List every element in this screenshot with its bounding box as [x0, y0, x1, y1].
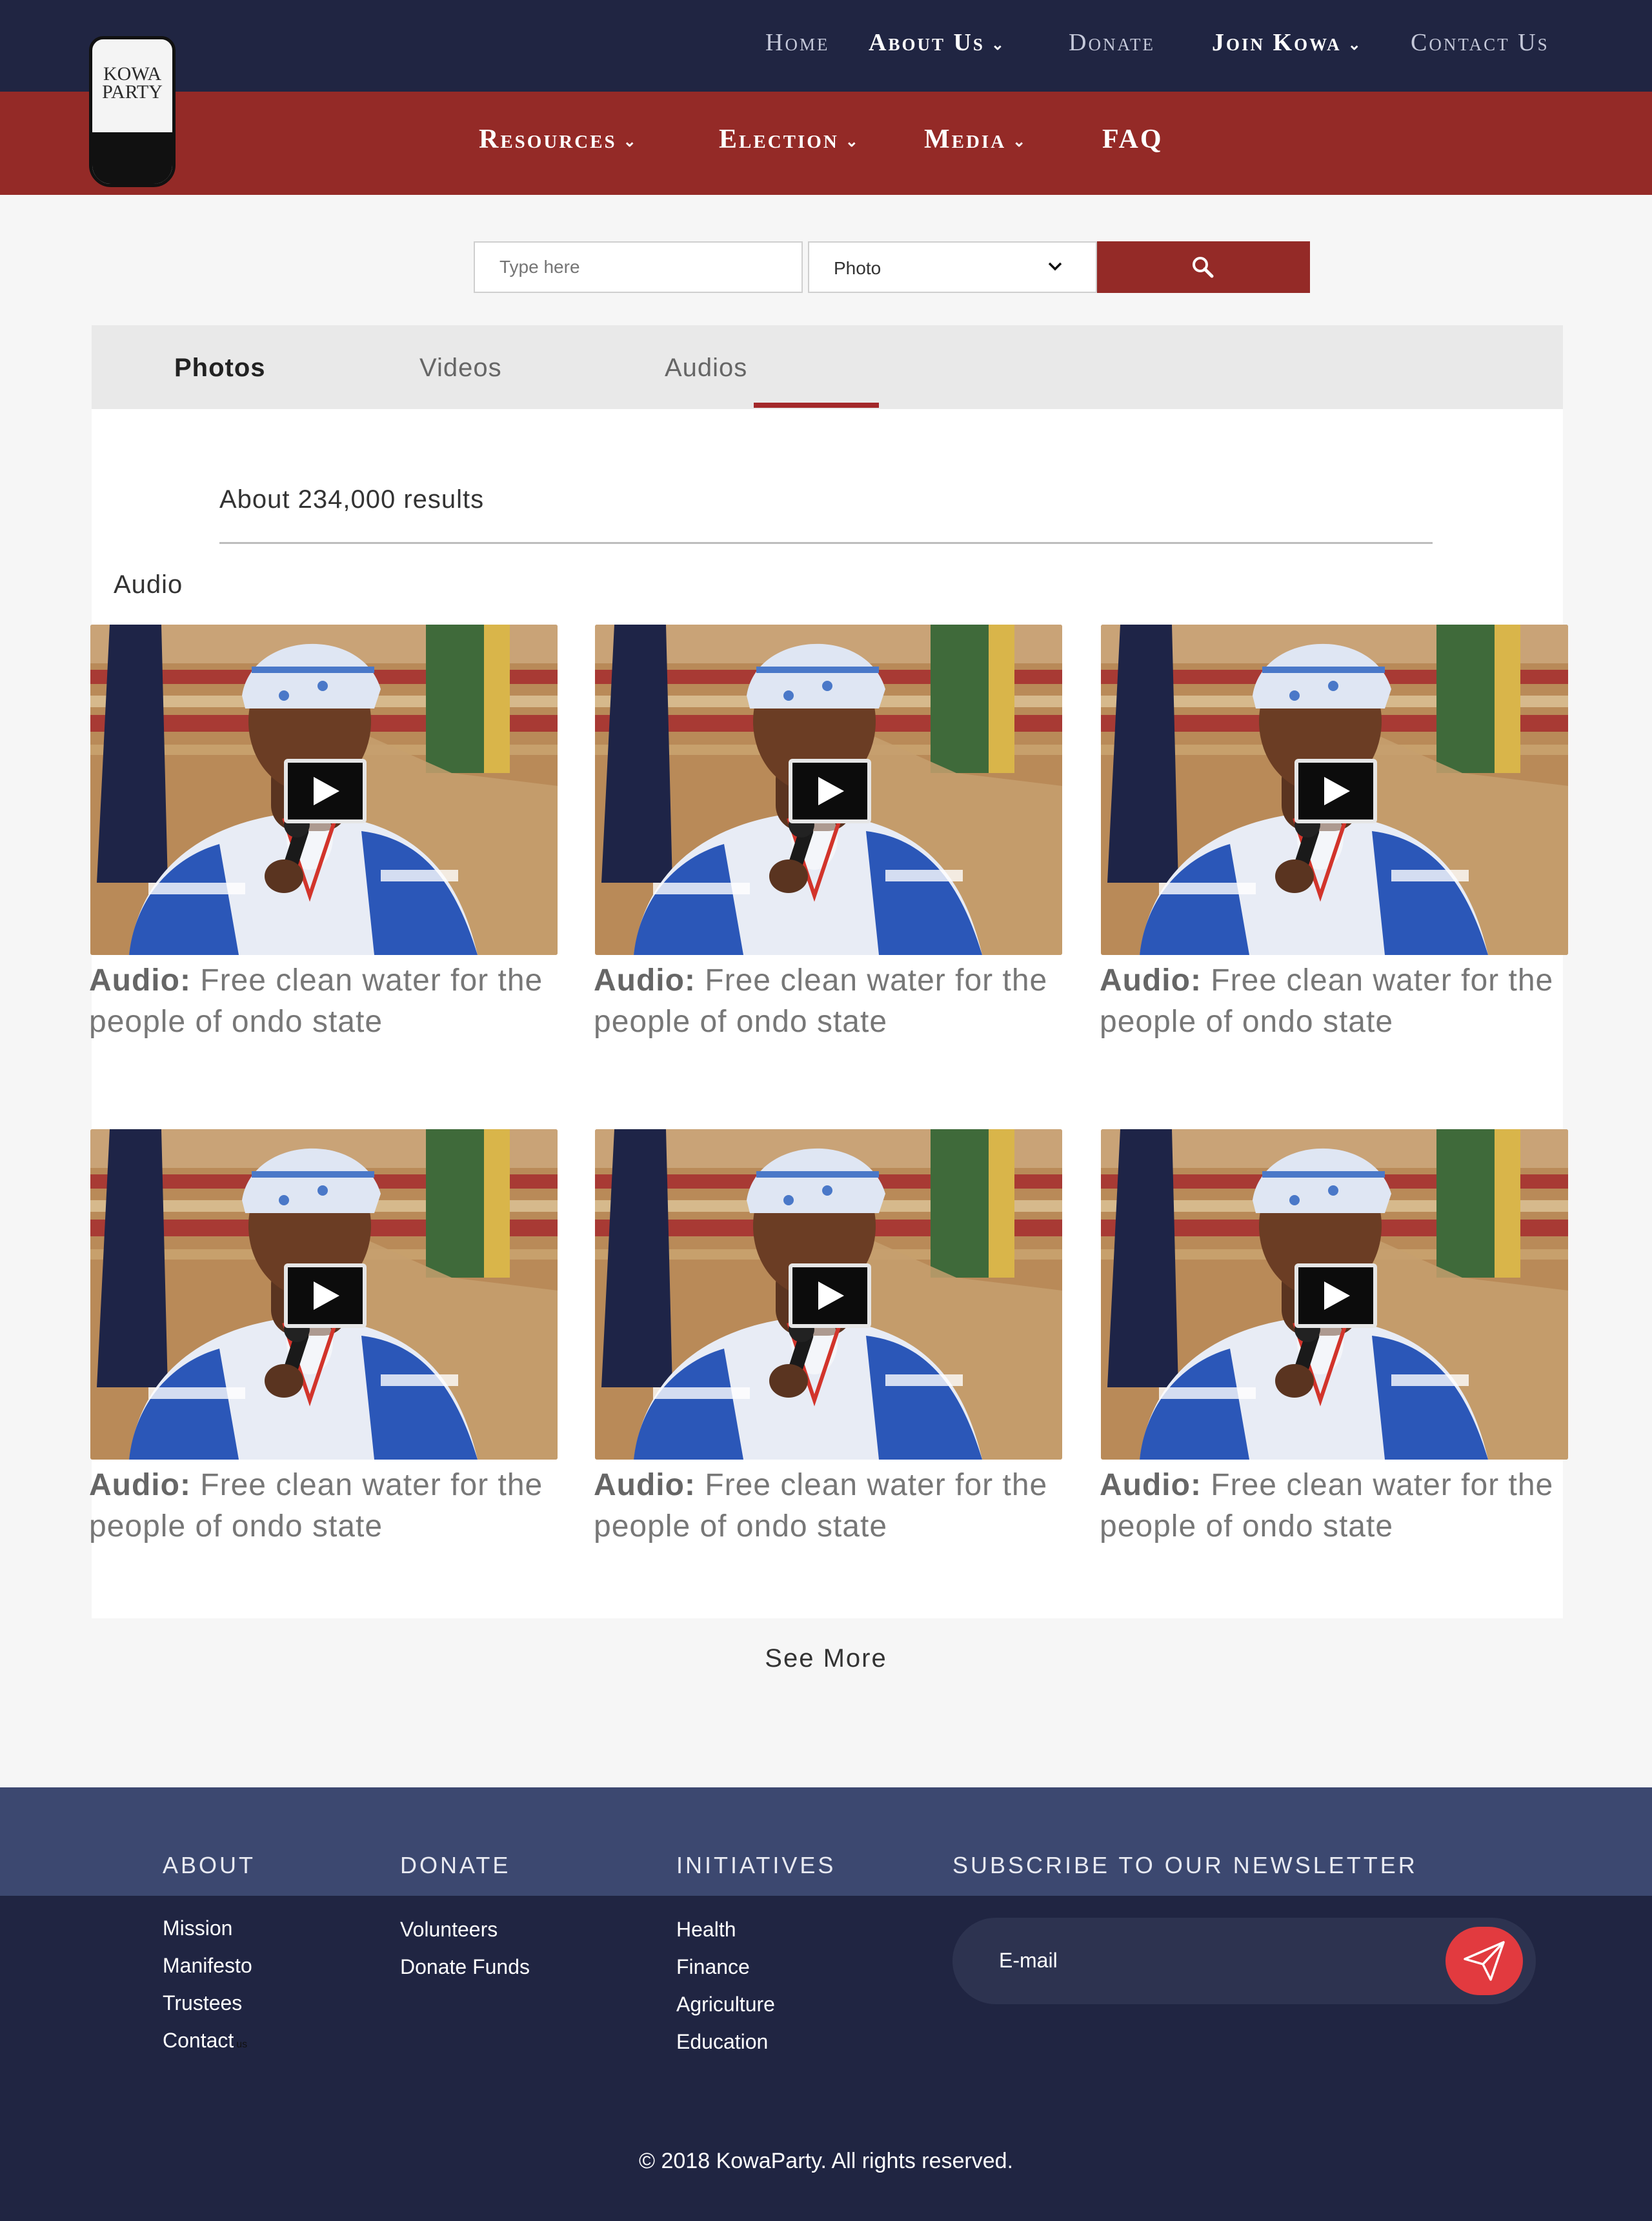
- nav-about-us-label: About Us: [869, 29, 985, 56]
- nav-about-us[interactable]: About Us ⌄: [869, 28, 1006, 57]
- nav-donate[interactable]: Donate: [1069, 28, 1155, 57]
- play-icon: [314, 777, 339, 805]
- nav-election[interactable]: Election ⌄: [719, 124, 860, 155]
- footer-link-contact-suffix: us: [236, 2039, 248, 2050]
- audio-thumbnail[interactable]: [1101, 625, 1568, 955]
- nav-media[interactable]: Media ⌄: [924, 124, 1027, 155]
- nav-resources-label: Resources: [479, 125, 617, 154]
- logo-base: [92, 132, 172, 184]
- audio-title-prefix: Audio:: [1100, 1468, 1202, 1502]
- audio-title[interactable]: Audio: Free clean water for the people o…: [594, 960, 1071, 1043]
- chevron-down-icon: ⌄: [845, 133, 860, 150]
- logo-text: KOWA PARTY: [92, 63, 172, 103]
- footer-link-volunteers[interactable]: Volunteers: [400, 1918, 498, 1942]
- results-count: About 234,000 results: [219, 485, 485, 514]
- chevron-down-icon: [1048, 262, 1062, 271]
- audio-title[interactable]: Audio: Free clean water for the people o…: [1100, 1465, 1577, 1547]
- divider: [219, 542, 1433, 544]
- audio-title-prefix: Audio:: [1100, 963, 1202, 998]
- tab-active-indicator: [754, 403, 879, 408]
- chevron-down-icon: ⌄: [1012, 133, 1028, 150]
- play-icon: [1324, 1281, 1350, 1310]
- audio-title-prefix: Audio:: [594, 1468, 696, 1502]
- newsletter-form: [952, 1918, 1536, 2004]
- send-icon: [1464, 1941, 1505, 1981]
- play-button[interactable]: [1294, 1263, 1377, 1328]
- subscribe-button[interactable]: [1446, 1927, 1523, 1995]
- play-icon: [818, 1281, 844, 1310]
- logo-text-line-2: PARTY: [102, 81, 163, 103]
- play-icon: [818, 777, 844, 805]
- play-button[interactable]: [789, 1263, 871, 1328]
- footer-link-health[interactable]: Health: [676, 1918, 736, 1942]
- audio-thumbnail[interactable]: [90, 625, 558, 955]
- footer-link-donate-funds[interactable]: Donate Funds: [400, 1955, 530, 1979]
- media-type-select[interactable]: Photo: [808, 241, 1097, 293]
- play-button[interactable]: [284, 1263, 367, 1328]
- nav-join-kowa[interactable]: Join Kowa ⌄: [1212, 28, 1363, 57]
- nav-home[interactable]: Home: [765, 28, 829, 57]
- tab-photos[interactable]: Photos: [174, 354, 266, 383]
- audio-title-prefix: Audio:: [89, 1468, 191, 1502]
- search-input[interactable]: [474, 241, 803, 293]
- audio-thumbnail[interactable]: [1101, 1129, 1568, 1460]
- section-title: Audio: [114, 570, 183, 599]
- tab-audios[interactable]: Audios: [665, 354, 747, 383]
- footer-band: [0, 1787, 1652, 1896]
- footer-link-mission[interactable]: Mission: [163, 1916, 232, 1940]
- search-icon: [1193, 257, 1214, 278]
- audio-thumbnail[interactable]: [595, 625, 1062, 955]
- kowa-party-logo[interactable]: KOWA PARTY: [89, 36, 176, 187]
- audio-title[interactable]: Audio: Free clean water for the people o…: [89, 960, 567, 1043]
- copyright: © 2018 KowaParty. All rights reserved.: [638, 2149, 1014, 2173]
- footer-heading-initiatives: INITIATIVES: [676, 1852, 836, 1878]
- see-more-link[interactable]: See More: [0, 1644, 1652, 1673]
- footer-link-trustees[interactable]: Trustees: [163, 1991, 242, 2015]
- media-type-selected: Photo: [834, 258, 881, 278]
- chevron-down-icon: ⌄: [991, 36, 1007, 54]
- nav-home-label: Home: [765, 29, 830, 56]
- play-icon: [314, 1281, 339, 1310]
- chevron-down-icon: ⌄: [1347, 36, 1363, 54]
- footer-link-contact[interactable]: Contact us: [163, 2029, 247, 2053]
- footer-heading-donate: DONATE: [400, 1852, 511, 1878]
- footer-heading-about: ABOUT: [163, 1852, 256, 1878]
- media-tabs: Photos Videos Audios: [92, 325, 1563, 409]
- audio-title[interactable]: Audio: Free clean water for the people o…: [594, 1465, 1071, 1547]
- footer-link-manifesto[interactable]: Manifesto: [163, 1954, 252, 1978]
- nav-election-label: Election: [719, 125, 839, 154]
- nav-faq[interactable]: FAQ: [1102, 124, 1163, 155]
- footer-link-contact-label: Contact: [163, 2029, 234, 2052]
- play-button[interactable]: [1294, 759, 1377, 823]
- search-button[interactable]: [1097, 241, 1310, 293]
- audio-title[interactable]: Audio: Free clean water for the people o…: [89, 1465, 567, 1547]
- nav-faq-label: FAQ: [1102, 125, 1163, 154]
- footer-link-education[interactable]: Education: [676, 2030, 768, 2054]
- footer-heading-newsletter: SUBSCRIBE TO OUR NEWSLETTER: [952, 1852, 1418, 1878]
- nav-donate-label: Donate: [1069, 29, 1155, 56]
- audio-title-prefix: Audio:: [594, 963, 696, 998]
- audio-thumbnail[interactable]: [595, 1129, 1062, 1460]
- logo-text-line-1: KOWA: [103, 63, 161, 85]
- play-button[interactable]: [284, 759, 367, 823]
- nav-media-label: Media: [924, 125, 1007, 154]
- play-icon: [1324, 777, 1350, 805]
- email-field[interactable]: [998, 1941, 1385, 1980]
- chevron-down-icon: ⌄: [623, 133, 638, 150]
- tab-videos[interactable]: Videos: [419, 354, 502, 383]
- audio-title-prefix: Audio:: [89, 963, 191, 998]
- audio-title[interactable]: Audio: Free clean water for the people o…: [1100, 960, 1577, 1043]
- play-button[interactable]: [789, 759, 871, 823]
- nav-contact-us[interactable]: Contact Us: [1411, 28, 1549, 57]
- nav-contact-us-label: Contact Us: [1411, 29, 1549, 56]
- footer-link-agriculture[interactable]: Agriculture: [676, 1993, 775, 2016]
- footer-link-finance[interactable]: Finance: [676, 1955, 750, 1979]
- audio-thumbnail[interactable]: [90, 1129, 558, 1460]
- nav-join-kowa-label: Join Kowa: [1212, 29, 1342, 56]
- nav-resources[interactable]: Resources ⌄: [479, 124, 638, 155]
